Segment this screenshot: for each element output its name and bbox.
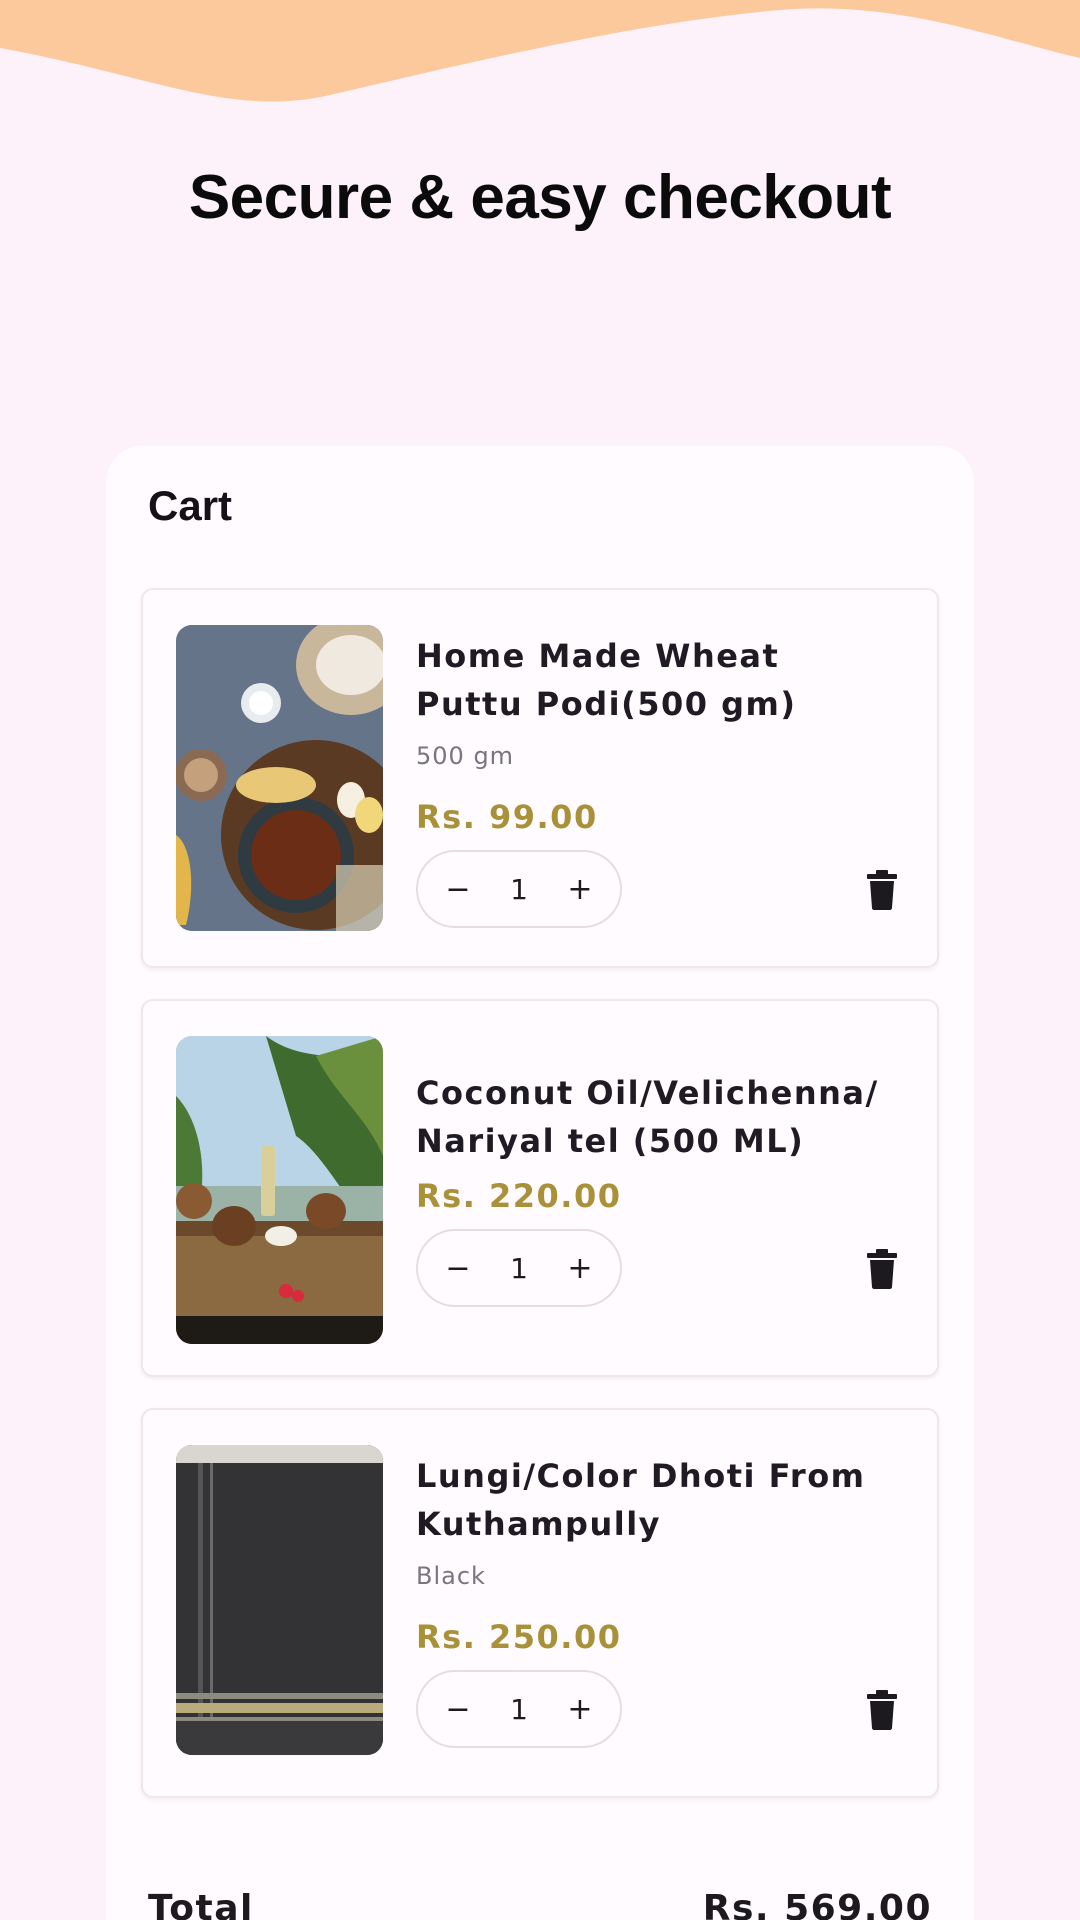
cart-item: Home Made Wheat Puttu Podi(500 gm) 500 g… — [141, 588, 939, 968]
quantity-stepper: − 1 + — [416, 1670, 622, 1748]
product-variant: 500 gm — [416, 742, 515, 770]
product-price: Rs. 250.00 — [416, 1618, 622, 1656]
top-wave-decoration — [0, 0, 1080, 102]
product-name[interactable]: Home Made Wheat Puttu Podi(500 gm) — [416, 632, 897, 728]
increment-button[interactable]: + — [560, 1248, 600, 1288]
quantity-stepper: − 1 + — [416, 850, 622, 928]
increment-button[interactable]: + — [560, 869, 600, 909]
total-value: Rs. 569.00 — [702, 1888, 932, 1920]
product-price: Rs. 220.00 — [416, 1177, 622, 1215]
quantity-value: 1 — [510, 1692, 528, 1726]
product-image[interactable] — [176, 625, 383, 931]
product-image[interactable] — [176, 1036, 383, 1344]
product-name[interactable]: Coconut Oil/Velichenna/ Nariyal tel (500… — [416, 1069, 897, 1165]
product-price: Rs. 99.00 — [416, 798, 598, 836]
cart-item: Coconut Oil/Velichenna/ Nariyal tel (500… — [141, 999, 939, 1377]
decrement-button[interactable]: − — [438, 1689, 478, 1729]
trash-icon[interactable] — [865, 1249, 899, 1289]
page-headline: Secure & easy checkout — [188, 163, 892, 232]
quantity-stepper: − 1 + — [416, 1229, 622, 1307]
quantity-value: 1 — [510, 1251, 528, 1285]
product-image[interactable] — [176, 1445, 383, 1755]
cart-title: Cart — [148, 482, 233, 529]
total-label: Total — [148, 1888, 254, 1920]
cart-item: Lungi/Color Dhoti From Kuthampully Black… — [141, 1408, 939, 1798]
increment-button[interactable]: + — [560, 1689, 600, 1729]
cart-panel: Cart Home Made Wheat Puttu Podi(500 gm) … — [106, 446, 974, 1920]
decrement-button[interactable]: − — [438, 869, 478, 909]
trash-icon[interactable] — [865, 1690, 899, 1730]
quantity-value: 1 — [510, 872, 528, 906]
cart-total-row: Total Rs. 569.00 — [148, 1888, 932, 1920]
trash-icon[interactable] — [865, 870, 899, 910]
product-name[interactable]: Lungi/Color Dhoti From Kuthampully — [416, 1452, 897, 1548]
product-variant: Black — [416, 1562, 486, 1590]
decrement-button[interactable]: − — [438, 1248, 478, 1288]
